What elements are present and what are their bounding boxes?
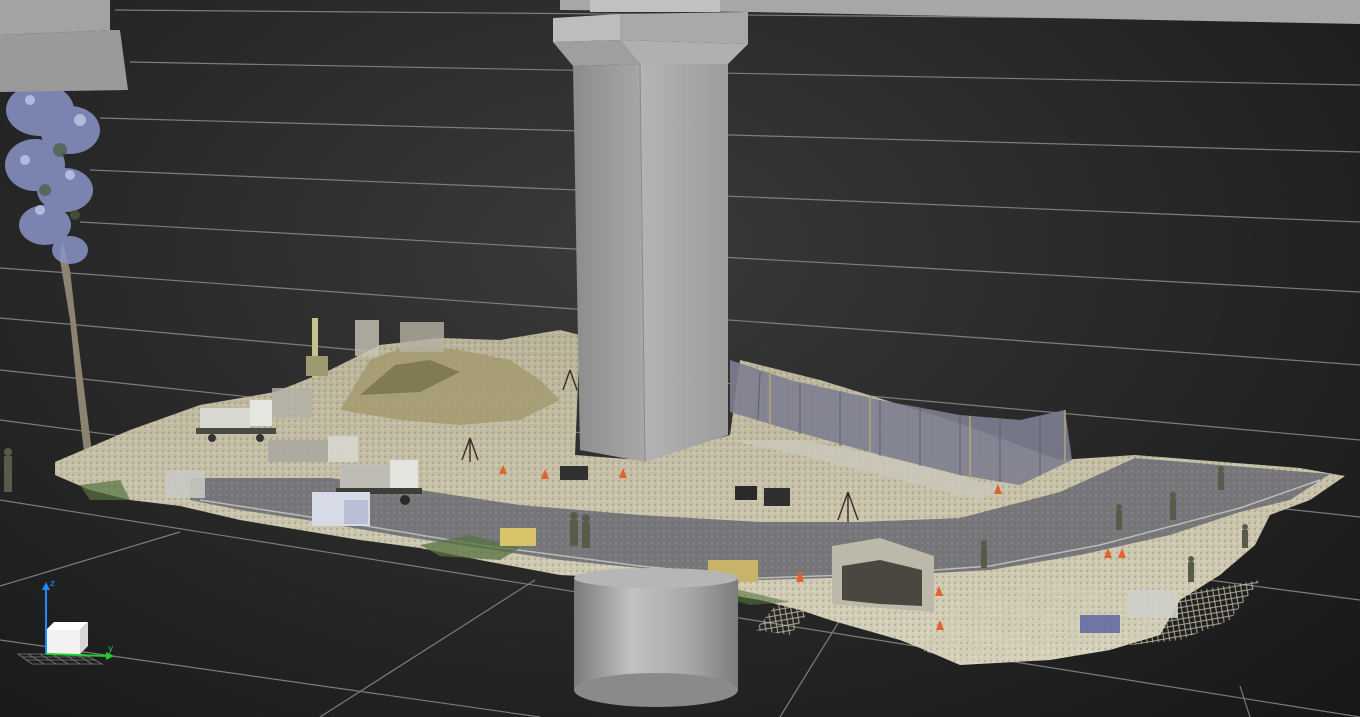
point-cloud-scene[interactable] <box>0 0 1360 717</box>
z-axis-label: z <box>50 579 55 589</box>
y-axis-label: y <box>108 644 114 654</box>
deck-fragment <box>0 0 128 92</box>
tree-point-cloud <box>5 48 100 470</box>
car-left <box>165 470 205 498</box>
bridge-pier <box>553 12 748 463</box>
nav-cube-box[interactable] <box>46 622 88 654</box>
3d-viewport[interactable]: z y <box>0 0 1360 717</box>
view-cube-icon[interactable]: z y <box>14 574 124 674</box>
foundation-pile <box>574 568 738 707</box>
